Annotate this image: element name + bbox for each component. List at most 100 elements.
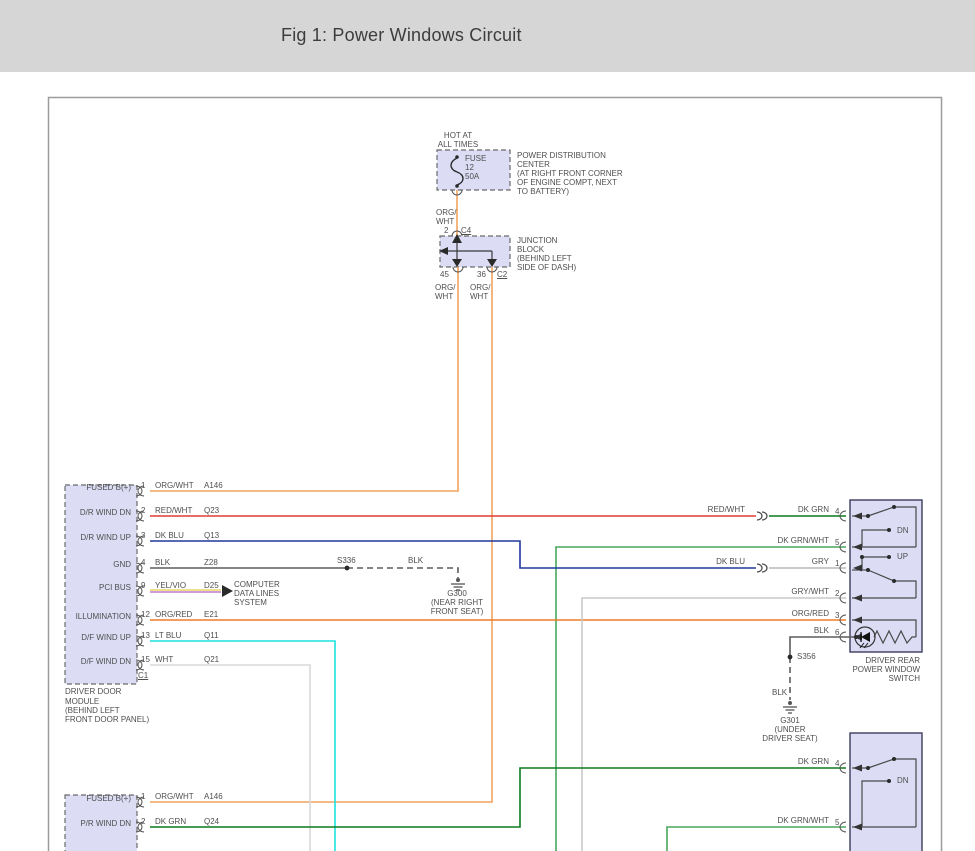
pdc-caption-3: (AT RIGHT FRONT CORNER (517, 169, 623, 178)
wire-orgwht-36-2: WHT (470, 292, 489, 301)
sw1-dn-label: DN (897, 526, 909, 535)
wire-dkgrn-q24: DK GRN (155, 817, 187, 826)
ground-g301-icon (788, 701, 792, 705)
sw1-dn-contact (887, 528, 891, 532)
driver-rear-switch-box (849, 499, 923, 653)
ddm-pin1-num: 1 (141, 481, 146, 490)
fuse-rating: 50A (465, 172, 480, 181)
jb-connector-c2: C2 (497, 270, 508, 279)
circuit-q13: Q13 (204, 531, 220, 540)
sw1-pin4-num: 4 (835, 507, 840, 516)
ground-g300-loc-1: (NEAR RIGHT (431, 598, 483, 607)
ddm-dr-wind-dn: D/R WIND DN (79, 508, 131, 517)
wire-dkgrnwht2-label: DK GRN/WHT (777, 816, 829, 825)
wire-dkgrnwht-label: DK GRN/WHT (777, 536, 829, 545)
jb-caption-1: JUNCTION (517, 236, 558, 245)
sw2-pin5-num: 5 (835, 818, 840, 827)
pdc-caption-1: POWER DISTRIBUTION (517, 151, 606, 160)
computer-data-1: COMPUTER (234, 580, 280, 589)
sw2-contact (866, 766, 870, 770)
sw1-contact (892, 579, 896, 583)
splice-s336-label: S336 (337, 556, 356, 565)
second-rear-switch-box (849, 732, 923, 851)
sw1-pin3-num: 3 (835, 611, 840, 620)
ground-g300-loc-2: FRONT SEAT) (430, 607, 484, 616)
ground-g301-loc-2: DRIVER SEAT) (762, 734, 818, 743)
sw1-pin2-num: 2 (835, 589, 840, 598)
ddm-gnd: GND (113, 560, 131, 569)
wire-blk-label: BLK (813, 626, 829, 635)
jb-pin2-num: 2 (444, 226, 449, 235)
ddm-pin4-num: 4 (141, 558, 146, 567)
wire-blk-z28: BLK (155, 558, 171, 567)
wire-orgwht-45-1: ORG/ (435, 283, 456, 292)
sw1-contact (892, 505, 896, 509)
sw1-pin5-num: 5 (835, 538, 840, 547)
wire-orgwht-feed-1: ORG/ (436, 208, 457, 217)
ddm-connector-c1: C1 (138, 671, 149, 680)
fuse-name: FUSE (465, 154, 487, 163)
circuit-q24: Q24 (204, 817, 220, 826)
circuit-d25: D25 (204, 581, 219, 590)
jb-pin36-num: 36 (477, 270, 486, 279)
sw2-pin4-num: 4 (835, 759, 840, 768)
sw1-pin1-num: 1 (835, 559, 840, 568)
sw1-contact (860, 555, 864, 559)
ddm-caption-2: MODULE (65, 697, 100, 706)
ddm-pin12-num: 12 (141, 610, 150, 619)
ground-g301-label: G301 (780, 716, 800, 725)
sw1-pin6-num: 6 (835, 628, 840, 637)
ddm-pci-bus: PCI BUS (98, 583, 131, 592)
ddm-pin15-num: 15 (141, 655, 150, 664)
wire-orgwht-36-1: ORG/ (470, 283, 491, 292)
jb-pin45-num: 45 (440, 270, 449, 279)
hot-at-line2: ALL TIMES (437, 140, 479, 149)
circuit-q21: Q21 (204, 655, 220, 664)
ddm-dr-wind-up: D/R WIND UP (80, 533, 131, 542)
circuit-a146: A146 (204, 481, 223, 490)
splice-s356 (787, 654, 793, 660)
circuit-q23: Q23 (204, 506, 220, 515)
sw2-dn-contact (887, 779, 891, 783)
computer-data-3: SYSTEM (234, 598, 267, 607)
pdc-caption-5: TO BATTERY) (517, 187, 570, 196)
ddm-caption-3: (BEHIND LEFT (65, 706, 120, 715)
jb-connector-c4: C4 (461, 226, 472, 235)
sw1-lamp-node (854, 635, 858, 639)
sw1-contact (866, 568, 870, 572)
ddm-pin13-num: 13 (141, 631, 150, 640)
ground-g301-loc-1: (UNDER (774, 725, 806, 734)
wire-orgwht-feed-2: WHT (436, 217, 455, 226)
ddm-caption-1: DRIVER DOOR (65, 687, 122, 696)
ddm-df-wind-up: D/F WIND UP (81, 633, 131, 642)
prm-pin2-num: 2 (141, 817, 146, 826)
ddm-pin3-num: 3 (141, 531, 146, 540)
wire-wht-q21: WHT (155, 655, 174, 664)
jb-caption-4: SIDE OF DASH) (517, 263, 577, 272)
sw2-dn-label: DN (897, 776, 909, 785)
wire-orgred-e21: ORG/RED (155, 610, 193, 619)
wire-orgwht-a146: ORG/WHT (155, 481, 194, 490)
computer-data-2: DATA LINES (234, 589, 280, 598)
prm-pin1-num: 1 (141, 792, 146, 801)
wire-orgwht-45-2: WHT (435, 292, 454, 301)
ddm-fused-b: FUSED B(+) (86, 483, 131, 492)
circuit-a146-2: A146 (204, 792, 223, 801)
wire-dkgrn2-label: DK GRN (797, 757, 829, 766)
wire-blk-dash-label: BLK (408, 556, 424, 565)
pdc-caption-2: CENTER (517, 160, 550, 169)
hot-at-line1: HOT AT (443, 131, 473, 140)
sw1-contact (866, 514, 870, 518)
pdc-caption-4: OF ENGINE COMPT, NEXT (517, 178, 618, 187)
wire-orgwht-a146-2: ORG/WHT (155, 792, 194, 801)
jb-caption-2: BLOCK (517, 245, 545, 254)
ddm-pin9-num: 9 (141, 581, 146, 590)
wire-dkgrn-label: DK GRN (797, 505, 829, 514)
wire-grywht-label: GRY/WHT (791, 587, 829, 596)
ground-g300-icon (456, 578, 460, 582)
ddm-df-wind-dn: D/F WIND DN (80, 657, 131, 666)
sw1-caption-3: SWITCH (888, 674, 920, 683)
ddm-pin2-num: 2 (141, 506, 146, 515)
wire-ltblu-q11: LT BLU (155, 631, 182, 640)
splice-s356-label: S356 (797, 652, 816, 661)
